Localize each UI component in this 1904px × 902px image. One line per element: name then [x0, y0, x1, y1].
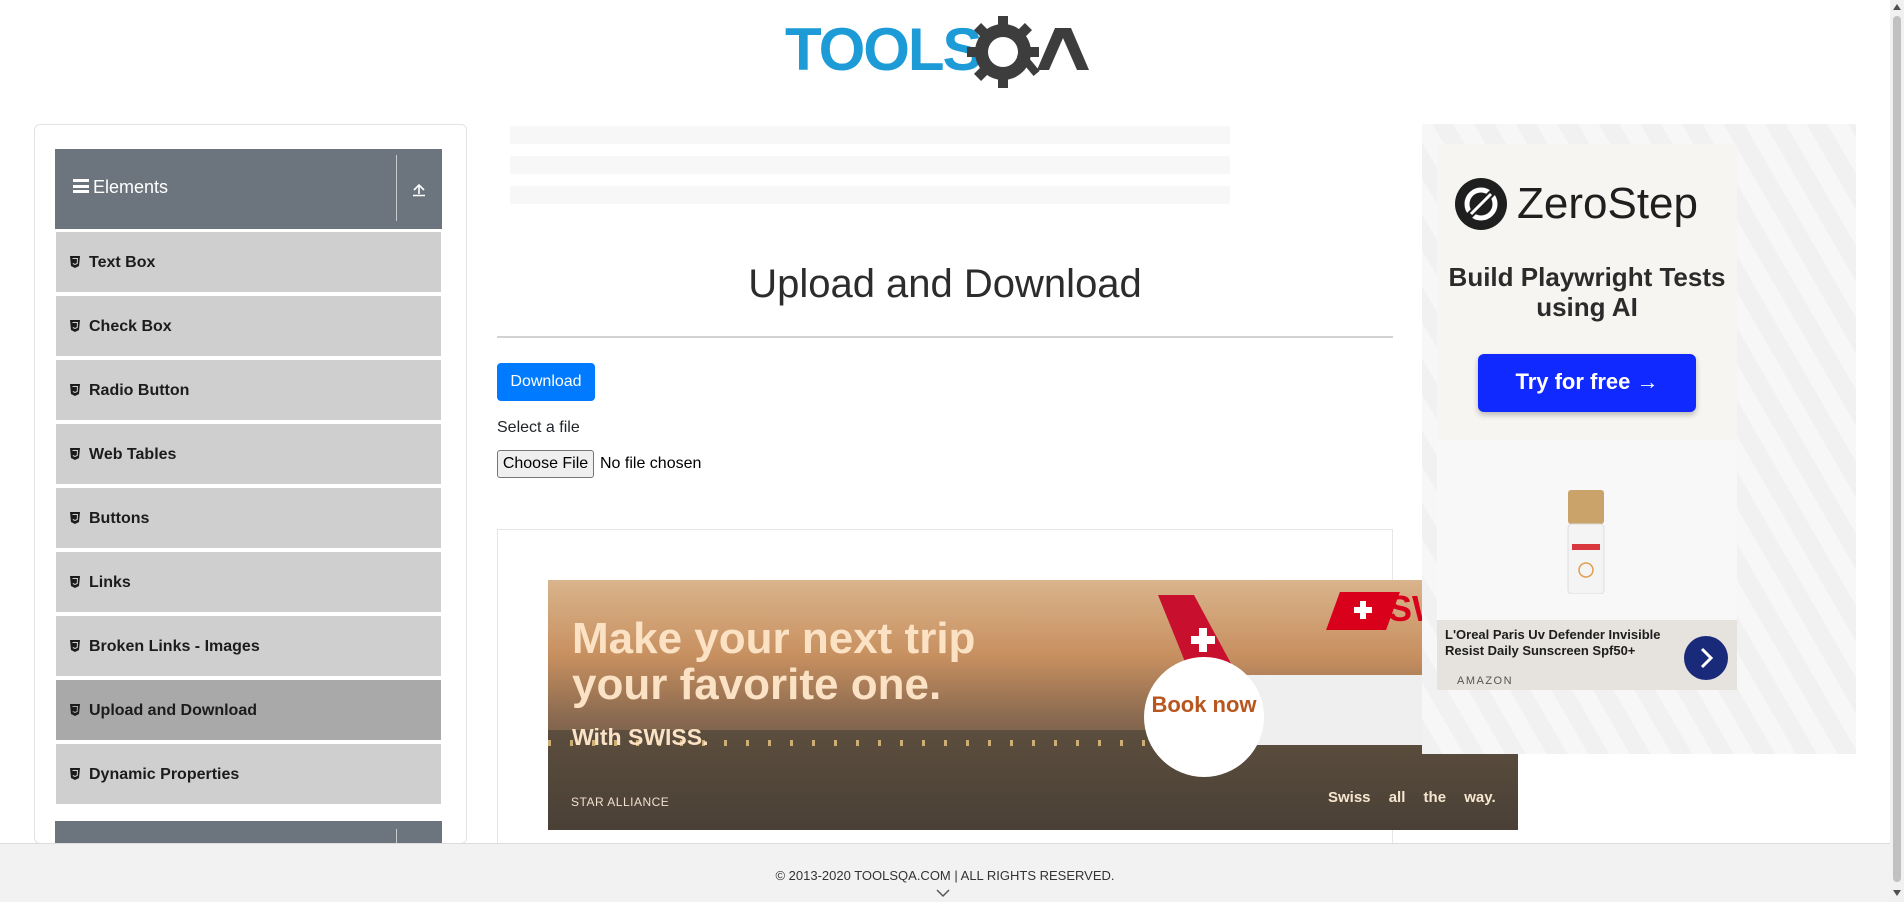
download-button[interactable]: Download	[497, 363, 595, 401]
menu-list: Text Box Check Box Radio Button Web Tabl…	[55, 231, 442, 807]
try-for-free-button[interactable]: Try for free →	[1478, 354, 1696, 412]
sidebar-item-label: Web Tables	[89, 446, 177, 463]
sidebar-item-links[interactable]: Links	[55, 551, 442, 613]
swiss-cross-icon	[1354, 601, 1372, 619]
html5-icon	[70, 320, 80, 332]
swiss-ad-banner[interactable]: SWISS Make your next trip your favorite …	[548, 580, 1518, 830]
ad-headline: Make your next trip your favorite one.	[572, 614, 976, 709]
html5-icon	[70, 640, 80, 652]
zerostep-brand: ZeroStep	[1517, 179, 1698, 228]
choose-file-button[interactable]: Choose File	[497, 450, 594, 478]
html5-icon	[70, 448, 80, 460]
group-title: Elements	[93, 177, 169, 197]
file-status-text: No file chosen	[600, 455, 702, 472]
product-ad[interactable]: L'Oreal Paris Uv Defender Invisible Resi…	[1437, 440, 1737, 690]
sidebar-item-text-box[interactable]: Text Box	[55, 231, 442, 293]
scroll-down-arrow-icon[interactable]	[1893, 890, 1901, 896]
product-title: L'Oreal Paris Uv Defender Invisible Resi…	[1445, 627, 1661, 658]
scroll-thumb[interactable]	[1893, 16, 1901, 882]
sidebar-item-label: Dynamic Properties	[89, 766, 240, 783]
hamburger-icon	[73, 179, 89, 193]
svg-text:TOOLS: TOOLS	[785, 16, 981, 83]
sidebar-item-upload-download[interactable]: Upload and Download	[55, 679, 442, 741]
group-header-forms[interactable]	[55, 821, 442, 843]
ad-subline: With SWISS.	[572, 724, 709, 750]
product-store: AMAZON	[1457, 675, 1514, 687]
star-alliance-label: STAR ALLIANCE	[571, 795, 670, 809]
html5-icon	[70, 512, 80, 524]
sidebar-item-label: Radio Button	[89, 382, 190, 399]
toolsqa-logo[interactable]: TOOLS	[785, 16, 1107, 90]
book-now-button[interactable]: Book now	[1144, 657, 1264, 777]
sidebar-item-label: Upload and Download	[89, 702, 257, 719]
collapse-up-icon[interactable]	[411, 181, 427, 197]
sidebar-item-label: Broken Links - Images	[89, 638, 260, 655]
copyright-text: © 2013-2020 TOOLSQA.COM | ALL RIGHTS RES…	[775, 868, 1115, 883]
sunscreen-bottle-image	[1567, 490, 1605, 594]
sidebar-item-label: Buttons	[89, 510, 150, 527]
sidebar-item-dynamic-properties[interactable]: Dynamic Properties	[55, 743, 442, 805]
zerostep-ad[interactable]: ZeroStep Build Playwright Tests using AI…	[1437, 144, 1737, 440]
product-info: L'Oreal Paris Uv Defender Invisible Resi…	[1437, 620, 1737, 690]
product-next-button[interactable]	[1684, 636, 1728, 680]
sidebar-item-buttons[interactable]: Buttons	[55, 487, 442, 549]
title-divider	[497, 336, 1393, 338]
page: TOOLS Elements Text Box Check Box Radio …	[0, 0, 1904, 902]
html5-icon	[70, 768, 80, 780]
sidebar-item-label: Links	[89, 574, 131, 591]
zerostep-tagline: Build Playwright Tests using AI	[1448, 262, 1726, 322]
right-ad: ZeroStep Build Playwright Tests using AI…	[1422, 124, 1856, 754]
sidebar-item-label: Check Box	[89, 318, 172, 335]
html5-icon	[70, 704, 80, 716]
sidebar-item-radio-button[interactable]: Radio Button	[55, 359, 442, 421]
page-title: Upload and Download	[748, 262, 1142, 306]
scroll-up-arrow-icon[interactable]	[1893, 4, 1901, 10]
select-file-label: Select a file	[497, 419, 580, 436]
chevron-down-icon[interactable]	[936, 888, 950, 898]
sidebar-item-label: Text Box	[89, 254, 156, 271]
header-divider	[396, 829, 397, 843]
html5-icon	[70, 256, 80, 268]
group-header-elements[interactable]: Elements	[55, 149, 442, 229]
ad-tagline: Swiss all the way.	[1328, 789, 1496, 806]
vertical-scrollbar[interactable]	[1890, 0, 1904, 902]
sidebar-item-web-tables[interactable]: Web Tables	[55, 423, 442, 485]
zerostep-mark-icon	[1464, 187, 1498, 221]
zerostep-logo-icon	[1455, 178, 1507, 230]
sidebar-item-broken-links[interactable]: Broken Links - Images	[55, 615, 442, 677]
sidebar-item-check-box[interactable]: Check Box	[55, 295, 442, 357]
faded-ad-banner	[510, 126, 1230, 210]
header-divider	[396, 155, 397, 221]
footer: © 2013-2020 TOOLSQA.COM | ALL RIGHTS RES…	[0, 843, 1890, 902]
chevron-right-icon	[1700, 647, 1714, 669]
html5-icon	[70, 576, 80, 588]
swiss-cross-icon	[1191, 628, 1215, 652]
html5-icon	[70, 384, 80, 396]
left-panel: Elements Text Box Check Box Radio Button	[34, 124, 467, 844]
file-upload-input[interactable]: Choose File No file chosen	[497, 450, 701, 478]
